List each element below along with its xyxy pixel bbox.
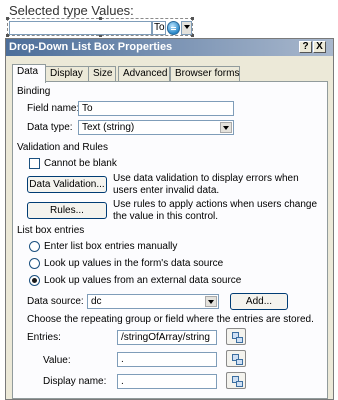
properties-dialog: Drop-Down List Box Properties ? X Data D… <box>5 38 334 400</box>
entries-input[interactable]: /stringOfArray/string <box>117 330 217 345</box>
data-type-value: Text (string) <box>82 122 135 133</box>
validation-header: Validation and Rules <box>17 142 108 153</box>
rules-button[interactable]: Rules... <box>27 202 107 219</box>
tab-size[interactable]: Size <box>88 66 116 82</box>
entries-label: Entries: <box>27 332 61 343</box>
add-data-source-button[interactable]: Add... <box>230 293 288 310</box>
data-source-select[interactable]: dc <box>87 294 219 309</box>
binding-header: Binding <box>17 86 51 97</box>
data-source-value: dc <box>91 296 102 307</box>
manual-entries-label: Enter list box entries manually <box>44 241 178 252</box>
tab-advanced[interactable]: Advanced <box>118 66 170 82</box>
cannot-be-blank-checkbox[interactable] <box>29 158 40 169</box>
chevron-down-icon <box>182 22 191 34</box>
entries-instructions: Choose the repeating group or field wher… <box>27 314 314 325</box>
form-data-source-radio[interactable] <box>29 258 40 269</box>
data-source-icon <box>167 21 180 35</box>
tab-data[interactable]: Data <box>12 64 46 83</box>
resize-handle[interactable] <box>191 17 194 20</box>
data-validation-button[interactable]: Data Validation... <box>27 176 107 193</box>
close-button[interactable]: X <box>313 41 326 53</box>
form-data-source-label: Look up values in the form's data source <box>44 258 224 269</box>
value-input[interactable]: . <box>117 352 217 367</box>
resize-handle[interactable] <box>99 17 102 20</box>
value-label: Value: <box>43 355 71 366</box>
tab-browser-forms[interactable]: Browser forms <box>170 66 240 82</box>
dropdown-control-arrow[interactable] <box>181 21 192 35</box>
data-validation-description: Use data validation to display errors wh… <box>113 173 299 196</box>
select-xpath-icon[interactable] <box>226 328 246 345</box>
chevron-down-icon[interactable] <box>220 122 232 133</box>
data-source-label: Data source: <box>27 296 84 307</box>
external-data-source-radio[interactable] <box>29 275 40 286</box>
dialog-title: Drop-Down List Box Properties <box>9 41 173 53</box>
help-button[interactable]: ? <box>299 41 312 53</box>
resize-handle[interactable] <box>6 17 9 20</box>
form-field-label: Selected type Values: <box>9 3 134 18</box>
cannot-be-blank-label: Cannot be blank <box>44 158 117 169</box>
dropdown-control-binding: To <box>152 21 166 35</box>
chevron-down-icon[interactable] <box>205 296 217 307</box>
data-tab-panel: Binding Field name: To Data type: Text (… <box>12 81 328 399</box>
select-xpath-icon[interactable] <box>226 372 246 389</box>
data-type-select[interactable]: Text (string) <box>78 120 234 135</box>
external-data-source-label: Look up values from an external data sou… <box>44 275 242 286</box>
select-xpath-icon[interactable] <box>226 350 246 367</box>
dialog-titlebar[interactable]: Drop-Down List Box Properties ? X <box>6 39 333 56</box>
tab-display[interactable]: Display <box>45 66 89 82</box>
rules-description: Use rules to apply actions when users ch… <box>113 199 318 222</box>
display-name-label: Display name: <box>43 376 107 387</box>
dropdown-control-input[interactable] <box>9 21 152 35</box>
field-name-input[interactable]: To <box>78 101 234 116</box>
field-name-label: Field name: <box>27 103 80 114</box>
entries-header: List box entries <box>17 225 85 236</box>
manual-entries-radio[interactable] <box>29 241 40 252</box>
data-type-label: Data type: <box>27 122 73 133</box>
display-name-input[interactable]: . <box>117 374 217 389</box>
